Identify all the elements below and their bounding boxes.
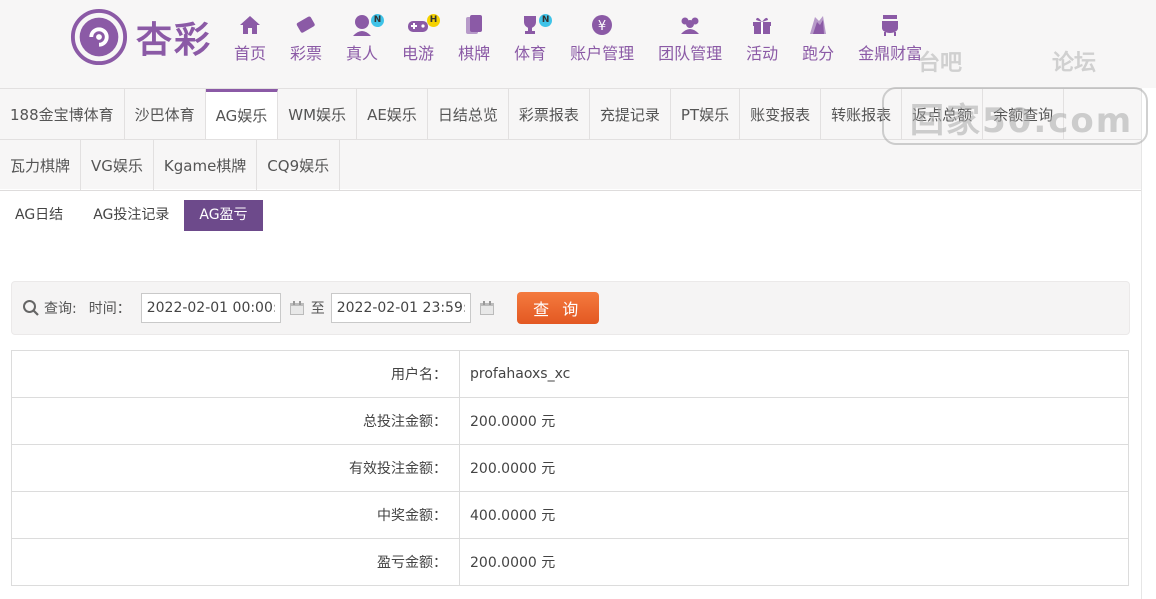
main-nav: 首页 彩票 N 真人 H 电游 棋牌 N 体育 ¥ 账户管理 团队管理 活动 跑… bbox=[222, 12, 934, 64]
ticket-icon bbox=[296, 16, 315, 33]
team-icon bbox=[681, 17, 700, 34]
query-bar: 查询: 时间： 至 查 询 bbox=[11, 281, 1130, 335]
time-label: 时间： bbox=[88, 301, 131, 317]
scrollbar[interactable] bbox=[1141, 88, 1156, 599]
nav-wealth[interactable]: 金鼎财富 bbox=[846, 12, 934, 64]
calendar-icon[interactable] bbox=[289, 300, 305, 316]
yen-icon: ¥ bbox=[592, 15, 613, 35]
subtab-ag-daily[interactable]: AG日结 bbox=[0, 200, 78, 231]
search-icon bbox=[23, 300, 39, 316]
tab-row-2: 瓦力棋牌 VG娱乐 Kgame棋牌 CQ9娱乐 bbox=[0, 140, 1141, 191]
new-badge: N bbox=[539, 14, 553, 27]
nav-team[interactable]: 团队管理 bbox=[646, 12, 734, 64]
run-icon bbox=[810, 16, 827, 34]
row-value: 200.0000 元 bbox=[459, 444, 1129, 492]
tab-wali[interactable]: 瓦力棋牌 bbox=[0, 140, 82, 190]
query-button[interactable]: 查 询 bbox=[516, 292, 599, 324]
nav-label: 电游 bbox=[402, 44, 435, 63]
nav-live[interactable]: N 真人 bbox=[334, 12, 390, 64]
tab-kgame[interactable]: Kgame棋牌 bbox=[154, 140, 258, 190]
table-row: 用户名： profahaoxs_xc bbox=[11, 350, 1129, 398]
report-tabs: 188金宝博体育 沙巴体育 AG娱乐 WM娱乐 AE娱乐 日结总览 彩票报表 充… bbox=[0, 88, 1141, 191]
row-key: 用户名： bbox=[11, 350, 460, 398]
query-label: 查询: bbox=[44, 301, 77, 317]
nav-chess[interactable]: 棋牌 bbox=[446, 12, 502, 64]
nav-slots[interactable]: H 电游 bbox=[390, 12, 446, 64]
logo[interactable]: 杏彩 bbox=[70, 8, 212, 66]
row-value: profahaoxs_xc bbox=[459, 350, 1129, 398]
nav-label: 棋牌 bbox=[458, 44, 491, 63]
nav-label: 跑分 bbox=[802, 44, 835, 63]
row-key: 盈亏金额： bbox=[11, 538, 460, 586]
svg-text:¥: ¥ bbox=[598, 19, 606, 34]
logo-text: 杏彩 bbox=[136, 19, 213, 61]
top-header: 杏彩 首页 彩票 N 真人 H 电游 棋牌 N 体育 ¥ 账户管理 团队管理 活… bbox=[0, 0, 1156, 88]
row-key: 中奖金额： bbox=[11, 491, 460, 539]
hot-badge: H bbox=[427, 14, 441, 27]
ag-subtabs: AG日结 AG投注记录 AG盈亏 bbox=[0, 200, 263, 231]
row-value: 200.0000 元 bbox=[459, 397, 1129, 445]
subtab-ag-bet-records[interactable]: AG投注记录 bbox=[78, 200, 184, 231]
tab-rebate-total[interactable]: 返点总额 bbox=[902, 89, 984, 139]
row-key: 有效投注金额： bbox=[11, 444, 460, 492]
tab-account-change[interactable]: 账变报表 bbox=[740, 89, 822, 139]
tab-188bet[interactable]: 188金宝博体育 bbox=[0, 89, 125, 139]
tab-deposit-withdraw[interactable]: 充提记录 bbox=[590, 89, 671, 139]
tab-ag[interactable]: AG娱乐 bbox=[205, 89, 279, 139]
table-row: 中奖金额： 400.0000 元 bbox=[11, 491, 1129, 539]
tab-ae[interactable]: AE娱乐 bbox=[357, 89, 428, 139]
row-key: 总投注金额： bbox=[11, 397, 460, 445]
row-value: 400.0000 元 bbox=[459, 491, 1129, 539]
nav-run-score[interactable]: 跑分 bbox=[790, 12, 846, 64]
nav-label: 真人 bbox=[346, 44, 379, 63]
logo-emblem-icon bbox=[70, 8, 128, 66]
nav-label: 账户管理 bbox=[570, 44, 635, 63]
gift-icon bbox=[753, 17, 772, 34]
home-icon bbox=[240, 16, 260, 34]
nav-label: 彩票 bbox=[290, 44, 323, 63]
new-badge: N bbox=[371, 14, 385, 27]
cards-icon bbox=[466, 15, 483, 34]
table-row: 总投注金额： 200.0000 元 bbox=[11, 397, 1129, 445]
nav-activity[interactable]: 活动 bbox=[734, 12, 790, 64]
nav-label: 活动 bbox=[746, 44, 779, 63]
tab-row-1: 188金宝博体育 沙巴体育 AG娱乐 WM娱乐 AE娱乐 日结总览 彩票报表 充… bbox=[0, 89, 1141, 140]
start-time-input[interactable] bbox=[140, 293, 281, 323]
nav-label: 金鼎财富 bbox=[858, 44, 923, 63]
tab-transfer-report[interactable]: 转账报表 bbox=[821, 89, 903, 139]
tab-saba[interactable]: 沙巴体育 bbox=[125, 89, 206, 139]
nav-label: 团队管理 bbox=[658, 44, 723, 63]
cauldron-icon bbox=[882, 15, 899, 36]
tab-vg[interactable]: VG娱乐 bbox=[81, 140, 154, 190]
tab-balance-query[interactable]: 余额查询 bbox=[983, 89, 1065, 139]
tab-pt[interactable]: PT娱乐 bbox=[671, 89, 741, 139]
end-time-input[interactable] bbox=[330, 293, 471, 323]
row-value: 200.0000 元 bbox=[459, 538, 1129, 586]
nav-label: 体育 bbox=[514, 44, 547, 63]
tab-cq9[interactable]: CQ9娱乐 bbox=[257, 140, 341, 190]
table-row: 盈亏金额： 200.0000 元 bbox=[11, 538, 1129, 586]
nav-account[interactable]: ¥ 账户管理 bbox=[558, 12, 646, 64]
subtab-ag-profit-loss[interactable]: AG盈亏 bbox=[184, 200, 263, 231]
nav-sports[interactable]: N 体育 bbox=[502, 12, 558, 64]
profit-loss-table: 用户名： profahaoxs_xc 总投注金额： 200.0000 元 有效投注金… bbox=[11, 350, 1129, 586]
to-label: 至 bbox=[310, 301, 325, 317]
tab-lottery-report[interactable]: 彩票报表 bbox=[509, 89, 590, 139]
tab-wm[interactable]: WM娱乐 bbox=[278, 89, 358, 139]
nav-lottery[interactable]: 彩票 bbox=[278, 12, 334, 64]
tab-daily-overview[interactable]: 日结总览 bbox=[428, 89, 509, 139]
nav-home[interactable]: 首页 bbox=[222, 12, 278, 64]
table-row: 有效投注金额： 200.0000 元 bbox=[11, 444, 1129, 492]
calendar-icon[interactable] bbox=[479, 300, 495, 316]
nav-label: 首页 bbox=[234, 44, 267, 63]
